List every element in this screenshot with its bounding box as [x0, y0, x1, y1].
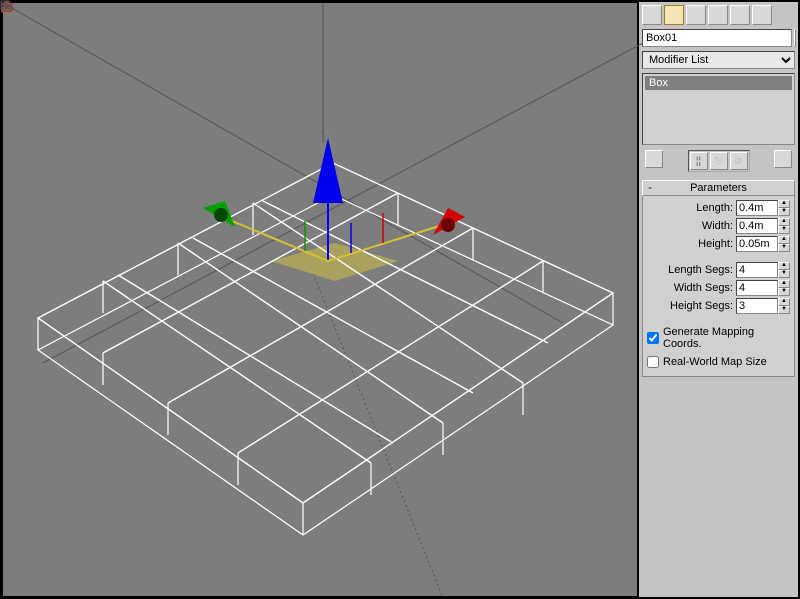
generate-mapping-checkbox[interactable]	[647, 332, 659, 344]
pin-stack-button[interactable]	[645, 150, 663, 168]
parameters-rollout-header[interactable]: - Parameters	[642, 180, 795, 196]
gizmo-x-axis	[328, 221, 455, 261]
modify-tab[interactable]	[664, 5, 684, 25]
height-label: Height:	[698, 238, 733, 250]
width-segs-spin-up[interactable]: ▲	[778, 280, 790, 288]
hierarchy-tab[interactable]	[686, 5, 706, 25]
length-input[interactable]	[736, 200, 778, 216]
utilities-tab[interactable]	[752, 5, 772, 25]
command-panel-tabs	[639, 2, 798, 27]
length-spin-down[interactable]: ▼	[778, 208, 790, 216]
width-spin-up[interactable]: ▲	[778, 218, 790, 226]
rollout-toggle-icon: -	[643, 182, 657, 194]
length-segs-label: Length Segs:	[668, 264, 733, 276]
command-panel: Modifier List Box ¦¦ ⎋ ⊘ - Parameters Le…	[638, 2, 798, 597]
object-name-input[interactable]	[642, 29, 792, 47]
wireframe-scene: z	[3, 3, 643, 598]
length-segs-input[interactable]	[736, 262, 778, 278]
stack-toolbar: ¦¦ ⎋ ⊘	[639, 147, 798, 176]
display-tab[interactable]	[730, 5, 750, 25]
perspective-viewport[interactable]: z	[2, 2, 638, 597]
modifier-stack[interactable]: Box	[642, 73, 795, 145]
real-world-label: Real-World Map Size	[663, 356, 767, 368]
length-segs-spin-down[interactable]: ▼	[778, 270, 790, 278]
length-segs-spin-up[interactable]: ▲	[778, 262, 790, 270]
height-segs-spin-down[interactable]: ▼	[778, 306, 790, 314]
object-color-swatch[interactable]	[794, 29, 796, 47]
length-label: Length:	[696, 202, 733, 214]
width-segs-input[interactable]	[736, 280, 778, 296]
rollout-title: Parameters	[657, 182, 794, 194]
width-label: Width:	[702, 220, 733, 232]
width-segs-label: Width Segs:	[674, 282, 733, 294]
show-end-result-button[interactable]: ¦¦	[690, 152, 708, 170]
modifier-list-dropdown[interactable]: Modifier List	[642, 51, 795, 69]
height-input[interactable]	[736, 236, 778, 252]
real-world-checkbox[interactable]	[647, 356, 659, 368]
height-segs-label: Height Segs:	[670, 300, 733, 312]
height-segs-spin-up[interactable]: ▲	[778, 298, 790, 306]
width-segs-spin-down[interactable]: ▼	[778, 288, 790, 296]
create-tab[interactable]	[642, 5, 662, 25]
length-spin-up[interactable]: ▲	[778, 200, 790, 208]
width-spin-down[interactable]: ▼	[778, 226, 790, 234]
height-spin-up[interactable]: ▲	[778, 236, 790, 244]
configure-sets-button[interactable]	[774, 150, 792, 168]
height-spin-down[interactable]: ▼	[778, 244, 790, 252]
stack-item-box[interactable]: Box	[645, 76, 792, 90]
make-unique-button[interactable]: ⎋	[710, 152, 728, 170]
width-input[interactable]	[736, 218, 778, 234]
height-segs-input[interactable]	[736, 298, 778, 314]
svg-text:z: z	[325, 125, 330, 136]
parameters-rollout-body: Length: ▲▼ Width: ▲▼ Height: ▲▼	[642, 196, 795, 377]
generate-mapping-label: Generate Mapping Coords.	[663, 326, 790, 350]
motion-tab[interactable]	[708, 5, 728, 25]
panel-filler	[639, 377, 798, 597]
remove-modifier-button[interactable]: ⊘	[730, 152, 748, 170]
